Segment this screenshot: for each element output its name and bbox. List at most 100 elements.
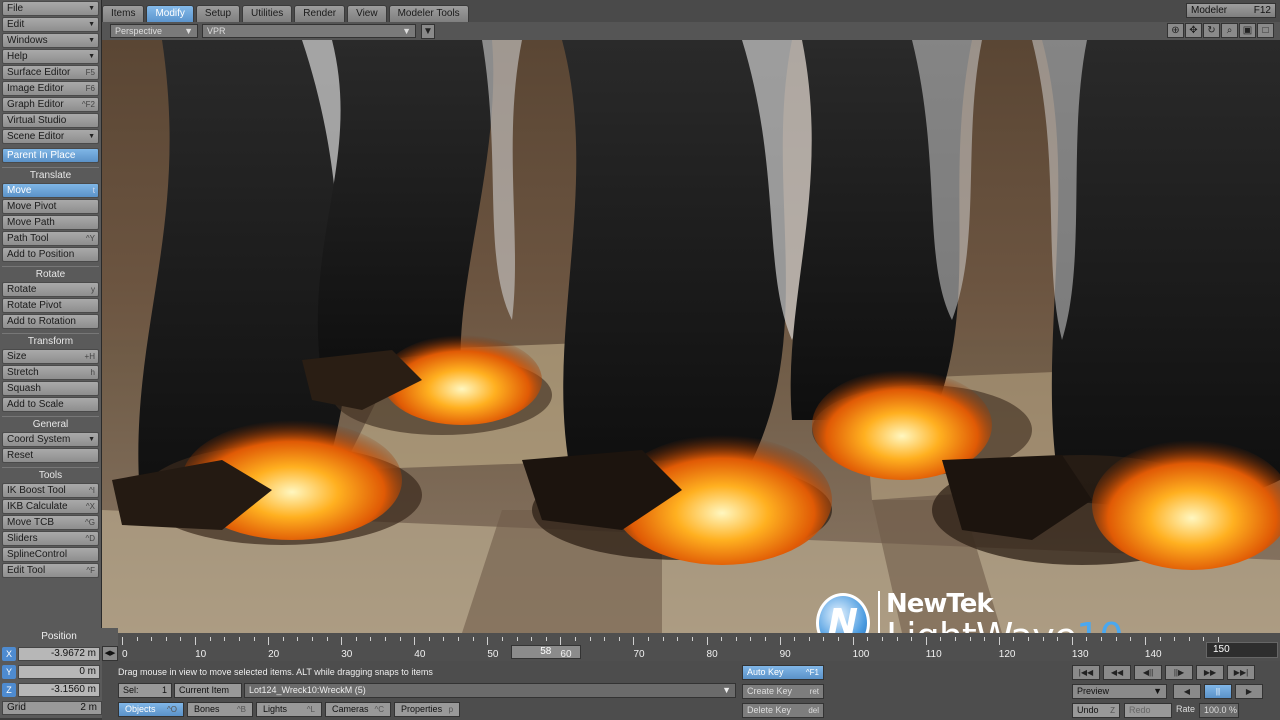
create-key-button[interactable]: Create Key ret xyxy=(742,684,824,699)
perspective-viewport[interactable] xyxy=(102,40,1280,633)
splinecontrol-button[interactable]: SplineControl xyxy=(2,547,99,562)
tab-modify[interactable]: Modify xyxy=(146,5,194,22)
tab-modeler-tools[interactable]: Modeler Tools xyxy=(388,5,469,22)
fast-forward-button[interactable]: ▶▶ xyxy=(1196,665,1224,680)
path-tool-button[interactable]: Path Tool ^Y xyxy=(2,231,99,246)
rotate-view-icon[interactable]: ↻ xyxy=(1203,23,1220,38)
virtual-studio-button[interactable]: Virtual Studio xyxy=(2,113,99,128)
step-forward-button[interactable]: ||▶ xyxy=(1165,665,1193,680)
lights-button[interactable]: Lights ^L xyxy=(256,702,322,717)
delete-key-button[interactable]: Delete Key del xyxy=(742,703,824,718)
edit-button[interactable]: Edit ▼ xyxy=(2,17,99,32)
image-editor-button[interactable]: Image Editor F6 xyxy=(2,81,99,96)
grid-size-field[interactable]: Grid 2 m xyxy=(2,701,102,715)
size-button[interactable]: Size +H xyxy=(2,349,99,364)
timeline-tick-mark xyxy=(195,637,197,645)
center-icon[interactable]: ⊕ xyxy=(1167,23,1184,38)
end-frame-field[interactable]: 150 xyxy=(1206,642,1278,658)
timeline-tick-mark xyxy=(458,637,460,641)
tab-render[interactable]: Render xyxy=(294,5,346,22)
parent-in-place-button[interactable]: Parent In Place xyxy=(2,148,99,163)
step-back-button[interactable]: ◀|| xyxy=(1134,665,1162,680)
first-frame-button[interactable]: |◀◀ xyxy=(1072,665,1100,680)
help-button[interactable]: Help ▼ xyxy=(2,49,99,64)
timeline-tick-mark xyxy=(750,637,752,641)
rotate-button[interactable]: Rotate y xyxy=(2,282,99,297)
sliders-label: Sliders xyxy=(7,533,38,544)
play-button[interactable]: ▶ xyxy=(1235,684,1263,699)
timeline-tick-mark xyxy=(852,637,854,645)
graph-editor-button[interactable]: Graph Editor ^F2 xyxy=(2,97,99,112)
move-pivot-button[interactable]: Move Pivot xyxy=(2,199,99,214)
squash-button[interactable]: Squash xyxy=(2,381,99,396)
position-z-field[interactable]: -3.1560 m xyxy=(18,683,100,697)
position-y-field[interactable]: 0 m xyxy=(18,665,100,679)
play-reverse-button[interactable]: ◀ xyxy=(1173,684,1201,699)
view-type-dropdown[interactable]: Perspective ▼ xyxy=(110,24,198,38)
create-key-label: Create Key xyxy=(747,686,793,696)
timeline-stepper[interactable]: ◀▶ xyxy=(102,646,118,661)
position-x-field[interactable]: -3.9672 m xyxy=(18,647,100,661)
sliders-button[interactable]: Sliders ^D xyxy=(2,531,99,546)
timeline-tick-mark xyxy=(531,637,533,641)
render-mode-dropdown[interactable]: VPR ▼ xyxy=(202,24,416,38)
add-to-position-button[interactable]: Add to Position xyxy=(2,247,99,262)
ikb-calculate-shortcut: ^X xyxy=(85,502,95,511)
x-axis-toggle[interactable]: X xyxy=(2,647,16,661)
ikb-calculate-button[interactable]: IKB Calculate ^X xyxy=(2,499,99,514)
move-button[interactable]: Move t xyxy=(2,183,99,198)
move-tcb-button[interactable]: Move TCB ^G xyxy=(2,515,99,530)
rotate-label: Rotate xyxy=(7,284,37,295)
bones-button[interactable]: Bones ^B xyxy=(187,702,253,717)
last-frame-button[interactable]: ▶▶| xyxy=(1227,665,1255,680)
coord-system-button[interactable]: Coord System ▼ xyxy=(2,432,99,447)
tab-utilities[interactable]: Utilities xyxy=(242,5,293,22)
edit-tool-button[interactable]: Edit Tool ^F xyxy=(2,563,99,578)
add-to-rotation-button[interactable]: Add to Rotation xyxy=(2,314,99,329)
move-path-button[interactable]: Move Path xyxy=(2,215,99,230)
stretch-button[interactable]: Stretch h xyxy=(2,365,99,380)
lights-shortcut: ^L xyxy=(306,705,315,714)
reset-button[interactable]: Reset xyxy=(2,448,99,463)
maximize-icon[interactable]: □ xyxy=(1257,23,1274,38)
add-to-rotation-label: Add to Rotation xyxy=(7,316,76,327)
rate-field[interactable]: 100.0 % xyxy=(1199,703,1240,718)
render-mode-label: VPR xyxy=(207,26,226,36)
timeline-tick-mark xyxy=(940,637,942,641)
redo-button[interactable]: Redo xyxy=(1124,703,1172,718)
tab-setup[interactable]: Setup xyxy=(195,5,241,22)
properties-button[interactable]: Properties p xyxy=(394,702,461,717)
ik-boost-tool-button[interactable]: IK Boost Tool ^I xyxy=(2,483,99,498)
modeler-button[interactable]: Modeler F12 xyxy=(1186,3,1276,18)
zoom-icon[interactable]: ⌕ xyxy=(1221,23,1238,38)
pause-button[interactable]: || xyxy=(1204,684,1232,699)
move-view-icon[interactable]: ✥ xyxy=(1185,23,1202,38)
section-tools: Tools xyxy=(2,467,99,482)
grid-value: 2 m xyxy=(80,702,97,713)
preview-dropdown[interactable]: Preview ▼ xyxy=(1072,684,1167,699)
current-item-dropdown[interactable]: Lot124_Wreck10:WreckM (5) ▼ xyxy=(244,683,736,698)
file-label: File xyxy=(7,3,24,14)
tab-view[interactable]: View xyxy=(347,5,387,22)
objects-button[interactable]: Objects ^O xyxy=(118,702,184,717)
auto-key-button[interactable]: Auto Key ^F1 xyxy=(742,665,824,680)
path-tool-shortcut: ^Y xyxy=(85,234,95,243)
undo-button[interactable]: Undo Z xyxy=(1072,703,1120,718)
rewind-button[interactable]: ◀◀ xyxy=(1103,665,1131,680)
windows-button[interactable]: Windows ▼ xyxy=(2,33,99,48)
surface-editor-button[interactable]: Surface Editor F5 xyxy=(2,65,99,80)
y-axis-toggle[interactable]: Y xyxy=(2,665,16,679)
rotate-pivot-button[interactable]: Rotate Pivot xyxy=(2,298,99,313)
viewport-options-button[interactable]: ▼ xyxy=(421,23,435,39)
timeline[interactable]: 58 0102030405060708090100110120130140150 xyxy=(118,633,1280,661)
cameras-button[interactable]: Cameras ^C xyxy=(325,702,392,717)
add-to-scale-button[interactable]: Add to Scale xyxy=(2,397,99,412)
scene-editor-button[interactable]: Scene Editor ▼ xyxy=(2,129,99,144)
fit-icon[interactable]: ▣ xyxy=(1239,23,1256,38)
file-button[interactable]: File ▼ xyxy=(2,1,99,16)
timeline-tick-mark xyxy=(268,637,270,645)
auto-key-label: Auto Key xyxy=(747,667,784,677)
lightwave-layout: Items Modify Setup Utilities Render View Model… xyxy=(0,0,1280,720)
z-axis-toggle[interactable]: Z xyxy=(2,683,16,697)
tab-items[interactable]: Items xyxy=(102,5,145,22)
